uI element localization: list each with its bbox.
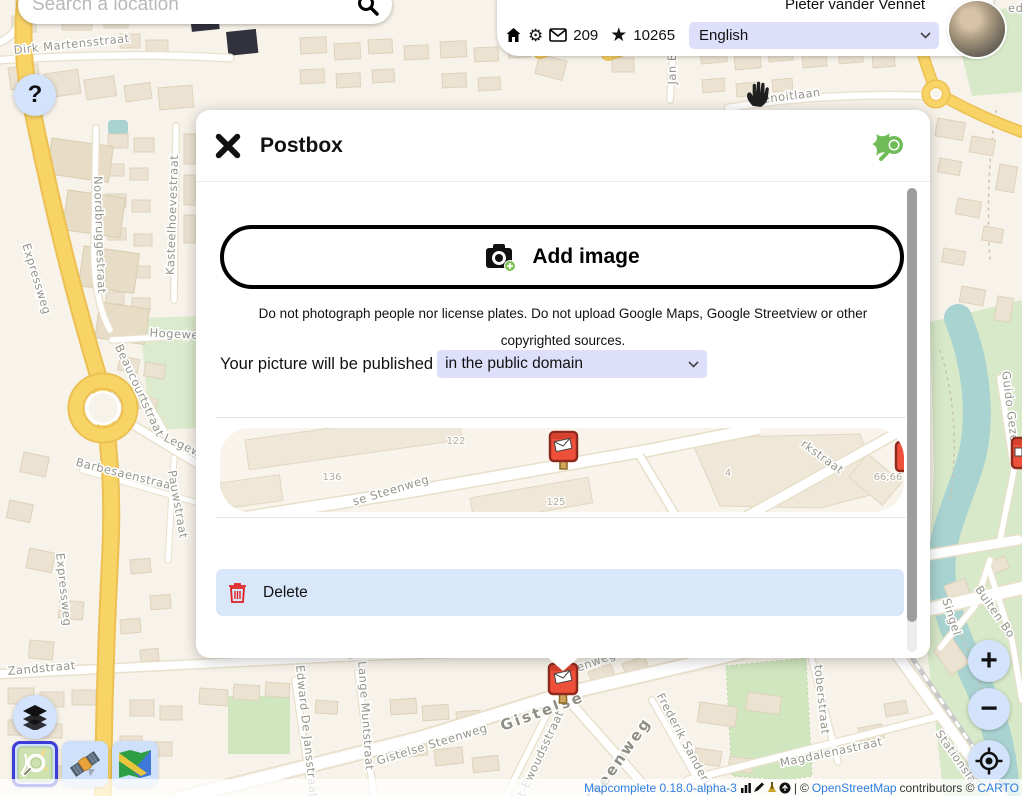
satellite-icon <box>68 747 102 781</box>
search-input[interactable] <box>30 0 356 17</box>
section-divider <box>216 417 906 418</box>
zoom-in-button[interactable]: + <box>968 640 1010 682</box>
help-button[interactable]: ? <box>14 74 56 116</box>
close-icon[interactable] <box>214 132 242 160</box>
section-divider <box>216 517 906 518</box>
community-icon[interactable] <box>779 782 791 794</box>
user-panel: Pieter vander Vennet ⚙ 209 ★ 10265 Engli… <box>497 0 993 56</box>
license-row: Your picture will be published in the pu… <box>220 350 707 378</box>
attribution-bar: Mapcomplete 0.18.0-alpha-3 | © OpenStree… <box>0 779 1022 796</box>
crosshair-icon <box>975 747 1003 775</box>
search-icon[interactable] <box>356 0 380 17</box>
carto-link[interactable]: CARTO <box>977 781 1019 795</box>
header-divider <box>196 181 930 182</box>
star-count: 10265 <box>633 27 675 44</box>
delete-button[interactable]: Delete <box>216 569 904 616</box>
chevron-down-icon <box>920 32 931 39</box>
language-selected: English <box>699 27 920 44</box>
zoom-out-button[interactable]: − <box>968 688 1010 730</box>
dialog-scrollbar[interactable] <box>907 188 917 652</box>
statistics-icon[interactable] <box>740 782 752 793</box>
surveyor-icon[interactable] <box>766 782 778 793</box>
language-select[interactable]: English <box>689 22 939 49</box>
layers-button[interactable] <box>13 695 57 739</box>
osm-link[interactable]: OpenStreetMap <box>812 781 897 795</box>
svg-text:4: 4 <box>725 468 731 479</box>
mapcomplete-app: Dirk Martensstraat Jan Br Benoitlaan Noo… <box>0 0 1022 796</box>
attribution-icons <box>740 782 791 794</box>
svg-text:125: 125 <box>546 497 565 508</box>
settings-gear-icon[interactable]: ⚙ <box>528 27 543 44</box>
user-name: Pieter vander Vennet <box>785 0 925 13</box>
geolocate-button[interactable] <box>968 740 1010 782</box>
svg-text:66;66: 66;66 <box>874 472 903 483</box>
contributors-text: contributors © <box>900 781 975 795</box>
delete-label: Delete <box>263 584 308 602</box>
svg-text:136: 136 <box>322 472 341 483</box>
star-icon: ★ <box>610 26 627 45</box>
add-image-label: Add image <box>532 245 639 269</box>
dialog-scrollbar-thumb[interactable] <box>907 188 917 622</box>
image-upload-note: Do not photograph people nor license pla… <box>233 300 893 354</box>
hand-cursor <box>742 80 772 108</box>
license-prefix: Your picture will be published <box>220 355 433 374</box>
svg-text:122: 122 <box>446 436 465 447</box>
svg-text:edp: edp <box>1008 1 1022 15</box>
postbox-marker-partial[interactable] <box>1012 438 1022 468</box>
license-selected: in the public domain <box>445 355 688 373</box>
attribution-separator: | <box>794 781 797 795</box>
copyright-symbol: © <box>800 781 809 795</box>
message-count: 209 <box>573 27 598 44</box>
pencil-icon[interactable] <box>753 782 765 793</box>
chevron-down-icon <box>688 361 699 368</box>
add-image-button[interactable]: Add image <box>220 225 904 289</box>
layers-icon <box>22 704 48 730</box>
search-bar <box>18 0 392 24</box>
location-minimap[interactable]: 122 136 se Steenweg 125 4 rkstraat 66;66 <box>220 428 904 512</box>
home-icon[interactable] <box>505 27 522 43</box>
osm-carto-icon <box>17 746 53 782</box>
minimap-postbox-partial <box>896 442 904 471</box>
mapcomplete-version-link[interactable]: Mapcomplete 0.18.0-alpha-3 <box>584 781 737 795</box>
dialog-title: Postbox <box>260 134 343 158</box>
user-avatar[interactable] <box>949 1 1005 57</box>
camera-add-icon <box>484 242 518 272</box>
postbox-dialog: Postbox Add image Do not photograph peop… <box>196 110 930 658</box>
dialog-pointer <box>547 657 579 671</box>
mapcomplete-logo-icon <box>868 128 908 168</box>
folded-map-icon <box>117 747 153 781</box>
messages-envelope-icon[interactable] <box>549 28 567 42</box>
license-select[interactable]: in the public domain <box>437 350 707 378</box>
trash-icon <box>228 582 247 604</box>
